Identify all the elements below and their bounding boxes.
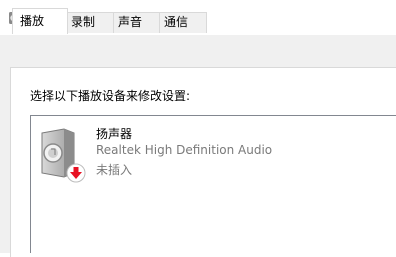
- device-name: 扬声器: [96, 127, 133, 141]
- left-margin: [0, 35, 10, 253]
- tab-label: 通信: [164, 15, 189, 29]
- tab-communications[interactable]: 通信: [159, 12, 207, 33]
- tab-playback[interactable]: 播放: [12, 8, 68, 34]
- tab-label: 录制: [71, 15, 96, 29]
- speaker-device-icon[interactable]: [36, 125, 88, 183]
- tab-sounds[interactable]: 声音: [113, 12, 160, 33]
- unplugged-down-arrow-icon: [66, 163, 86, 183]
- tab-label: 播放: [20, 14, 45, 28]
- tab-bar: [0, 35, 396, 68]
- device-driver: Realtek High Definition Audio: [96, 143, 273, 157]
- instruction-text: 选择以下播放设备来修改设置:: [30, 89, 191, 103]
- tab-label: 声音: [118, 15, 143, 29]
- device-status: 未插入: [96, 163, 133, 177]
- tab-recording[interactable]: 录制: [66, 12, 114, 33]
